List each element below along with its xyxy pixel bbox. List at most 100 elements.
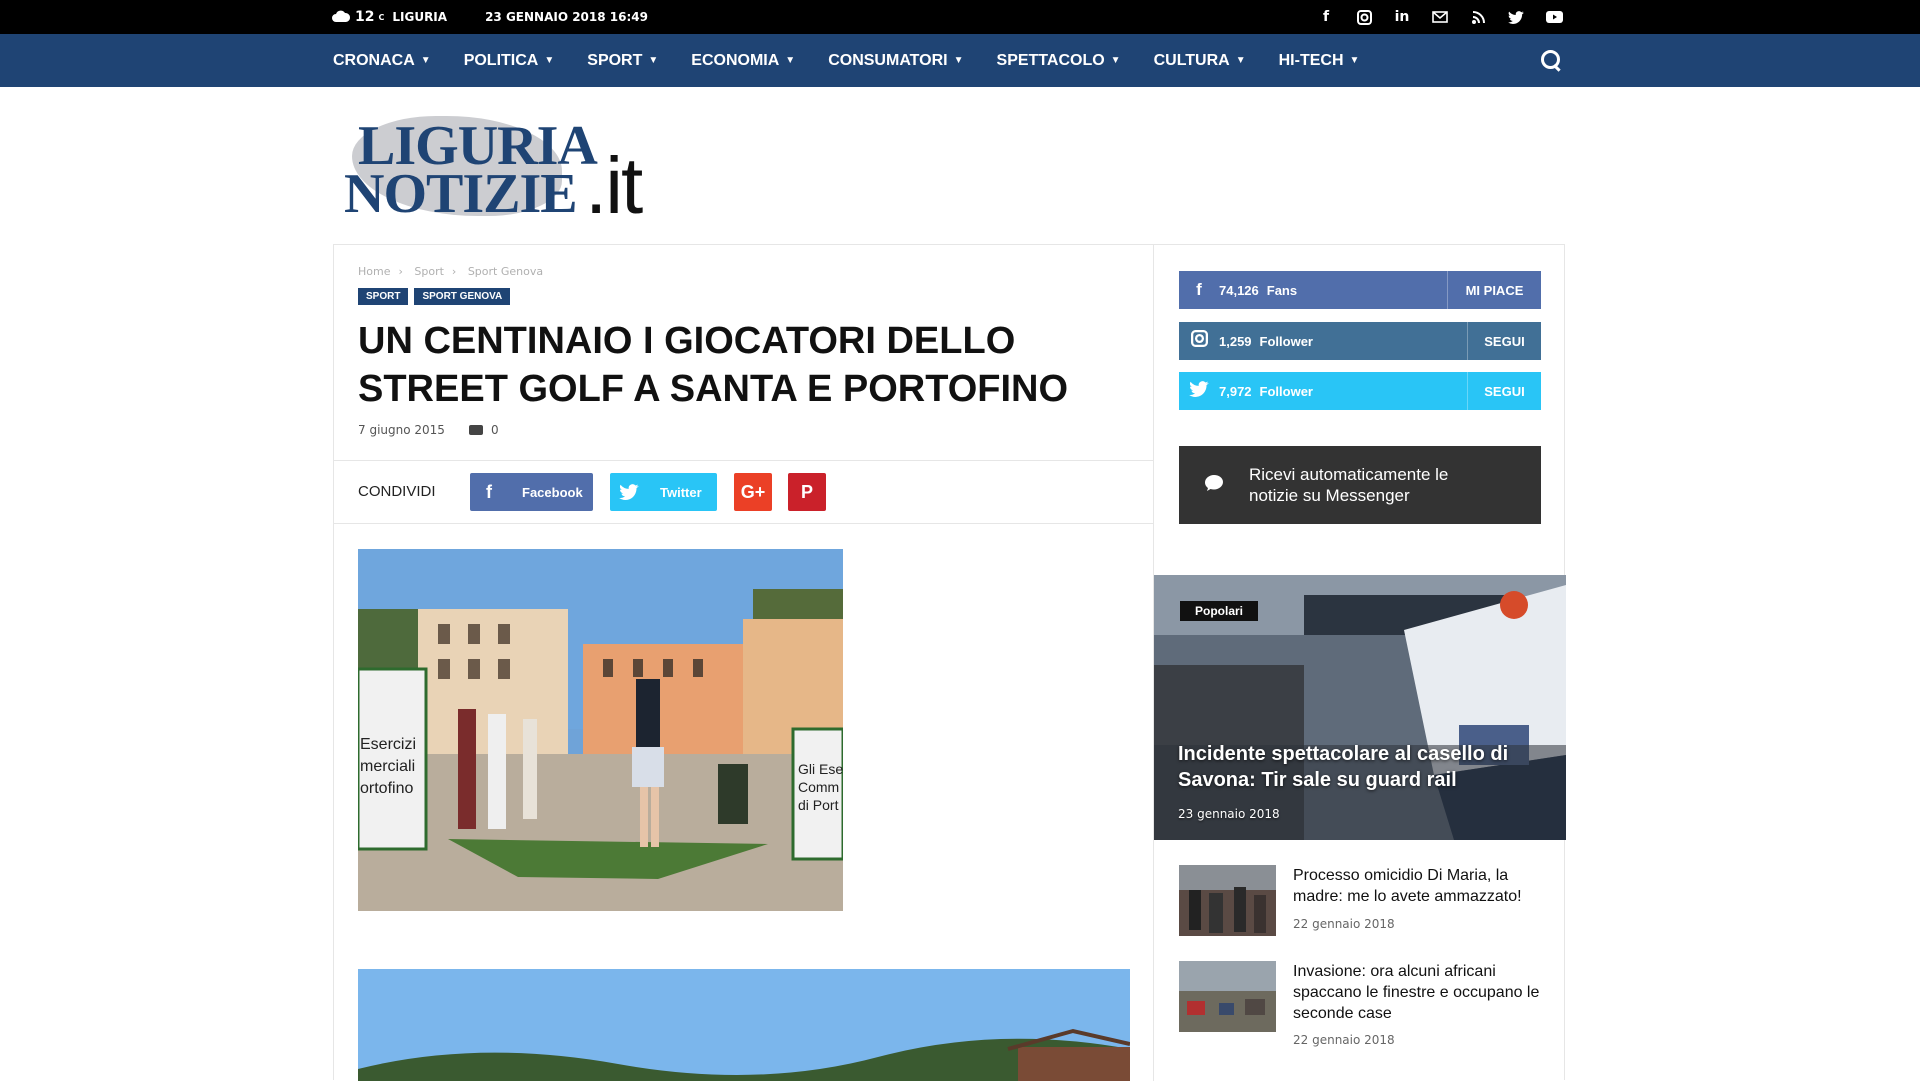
facebook-count: 74,126 xyxy=(1219,282,1259,298)
post-title[interactable]: Processo omicidio Di Maria, la madre: me… xyxy=(1293,865,1543,907)
nav-item-sport[interactable]: SPORT ▼ xyxy=(587,52,658,70)
nav-label: SPORT xyxy=(587,51,643,69)
breadcrumb-sport-genova[interactable]: Sport Genova xyxy=(468,265,543,278)
rss-icon[interactable] xyxy=(1468,7,1488,27)
logo-suffix: .it xyxy=(585,141,643,230)
list-item[interactable]: Invasione: ora alcuni africani spaccano … xyxy=(1179,961,1541,1051)
top-bar: 12 C LIGURIA 23 GENNAIO 2018 16:49 f in xyxy=(0,0,1920,34)
popular-post-title[interactable]: Incidente spettacolare al casello di Sav… xyxy=(1178,741,1538,793)
twitter-icon[interactable] xyxy=(1506,7,1526,27)
chevron-down-icon: ▼ xyxy=(1349,55,1360,66)
popular-post-date: 23 gennaio 2018 xyxy=(1178,807,1280,821)
nav-label: HI-TECH xyxy=(1278,51,1344,69)
facebook-icon[interactable]: f xyxy=(1316,7,1336,27)
share-googleplus-button[interactable]: G+ xyxy=(734,473,772,511)
nav-item-cronaca[interactable]: CRONACA ▼ xyxy=(333,52,431,70)
weather-unit: C xyxy=(378,12,385,22)
top-social-icons: f in xyxy=(1316,7,1564,27)
instagram-follow-button[interactable]: SEGUI xyxy=(1467,322,1541,360)
mail-icon[interactable] xyxy=(1430,7,1450,27)
sidebar: f 74,126 Fans MI PIACE 1,259 Follower SE… xyxy=(1154,245,1566,1081)
nav-label: ECONOMIA xyxy=(691,51,780,69)
post-date: 22 gennaio 2018 xyxy=(1293,917,1395,931)
nav-item-consumatori[interactable]: CONSUMATORI ▼ xyxy=(828,52,963,70)
svg-text:di Port: di Port xyxy=(798,797,839,813)
nav-item-politica[interactable]: POLITICA ▼ xyxy=(464,52,555,70)
comment-icon xyxy=(468,425,483,435)
share-facebook-label: Facebook xyxy=(522,484,583,500)
list-item[interactable]: Processo omicidio Di Maria, la madre: me… xyxy=(1179,865,1541,955)
nav-item-hi-tech[interactable]: HI-TECH ▼ xyxy=(1279,52,1360,70)
svg-text:merciali: merciali xyxy=(360,758,415,775)
instagram-unit: Follower xyxy=(1259,333,1313,349)
article-meta: 7 giugno 2015 0 xyxy=(358,423,499,437)
facebook-counter[interactable]: f 74,126 Fans MI PIACE xyxy=(1179,271,1541,309)
cloud-icon xyxy=(331,9,351,26)
svg-text:Esercizi: Esercizi xyxy=(360,736,416,753)
weather-widget: 12 C LIGURIA xyxy=(331,9,447,26)
article-image-2[interactable] xyxy=(358,969,1130,1081)
breadcrumb-separator: › xyxy=(398,265,403,278)
share-label: CONDIVIDI xyxy=(358,483,436,500)
share-pinterest-button[interactable]: P xyxy=(788,473,826,511)
messenger-icon xyxy=(1179,474,1249,497)
facebook-like-button[interactable]: MI PIACE xyxy=(1447,271,1541,309)
nav-item-spettacolo[interactable]: SPETTACOLO ▼ xyxy=(997,52,1121,70)
category-tag-sport[interactable]: SPORT xyxy=(358,288,409,305)
instagram-icon xyxy=(1179,330,1219,352)
article-date: 7 giugno 2015 xyxy=(358,423,445,437)
breadcrumb-sport[interactable]: Sport xyxy=(414,265,444,278)
nav-label: CRONACA xyxy=(333,51,415,69)
article-column: Home › Sport › Sport Genova SPORT SPORT GE… xyxy=(334,245,1154,1081)
share-bar: CONDIVIDI f Facebook Twitter G+ P xyxy=(334,460,1154,524)
pinterest-icon: P xyxy=(800,481,813,502)
post-title[interactable]: Invasione: ora alcuni africani spaccano … xyxy=(1293,961,1543,1024)
breadcrumb: Home › Sport › Sport Genova xyxy=(358,265,551,278)
youtube-icon[interactable] xyxy=(1544,7,1564,27)
facebook-icon: f xyxy=(486,481,492,502)
logo-line-2: NOTIZIE xyxy=(344,163,578,225)
breadcrumb-home[interactable]: Home xyxy=(358,265,390,278)
svg-text:ortofino: ortofino xyxy=(360,780,413,797)
post-thumbnail[interactable] xyxy=(1179,865,1276,936)
messenger-subscribe-button[interactable]: Ricevi automaticamente le notizie su Mes… xyxy=(1179,446,1541,524)
chevron-down-icon: ▼ xyxy=(953,55,964,66)
twitter-counter[interactable]: 7,972 Follower SEGUI xyxy=(1179,372,1541,410)
instagram-counter[interactable]: 1,259 Follower SEGUI xyxy=(1179,322,1541,360)
twitter-follow-button[interactable]: SEGUI xyxy=(1467,372,1541,410)
article-image-golf-portofino[interactable]: Esercizi merciali ortofino Gli Ese Comm … xyxy=(358,549,843,911)
svg-text:Gli Ese: Gli Ese xyxy=(798,761,843,777)
nav-label: CONSUMATORI xyxy=(828,51,948,69)
chevron-down-icon: ▼ xyxy=(648,55,659,66)
linkedin-icon[interactable]: in xyxy=(1392,7,1412,27)
content-area: Home › Sport › Sport Genova SPORT SPORT GE… xyxy=(333,244,1566,1081)
twitter-icon xyxy=(610,473,648,511)
category-tags: SPORT SPORT GENOVA xyxy=(358,288,511,305)
facebook-unit: Fans xyxy=(1266,282,1298,298)
comment-count-value: 0 xyxy=(490,423,499,437)
post-date: 22 gennaio 2018 xyxy=(1293,1033,1395,1047)
twitter-unit: Follower xyxy=(1259,383,1313,399)
article-title: UN CENTINAIO I GIOCATORI DELLO STREET GO… xyxy=(358,320,1069,410)
site-logo[interactable]: LIGURIA NOTIZIE .it xyxy=(340,108,680,230)
breadcrumb-separator: › xyxy=(451,265,457,278)
nav-label: POLITICA xyxy=(463,51,539,69)
category-tag-sport-genova[interactable]: SPORT GENOVA xyxy=(414,288,511,305)
nav-label: SPETTACOLO xyxy=(996,51,1105,69)
search-icon[interactable] xyxy=(1540,49,1564,73)
chevron-down-icon: ▼ xyxy=(1235,55,1246,66)
share-facebook-button[interactable]: f Facebook xyxy=(470,473,593,511)
share-twitter-label: Twitter xyxy=(660,484,702,500)
post-thumbnail[interactable] xyxy=(1179,961,1276,1032)
svg-text:Comm: Comm xyxy=(798,779,839,795)
chevron-down-icon: ▼ xyxy=(544,55,555,66)
nav-item-cultura[interactable]: CULTURA ▼ xyxy=(1154,52,1246,70)
nav-item-economia[interactable]: ECONOMIA ▼ xyxy=(691,52,795,70)
comment-count[interactable]: 0 xyxy=(468,423,499,437)
share-twitter-button[interactable]: Twitter xyxy=(610,473,717,511)
popular-featured-post[interactable]: Popolari Incidente spettacolare al casel… xyxy=(1154,575,1566,840)
google-plus-icon: G+ xyxy=(740,481,766,502)
main-navigation: CRONACA ▼ POLITICA ▼ SPORT ▼ ECONOMIA ▼ CONS… xyxy=(0,34,1920,87)
instagram-icon[interactable] xyxy=(1354,7,1374,27)
popular-badge: Popolari xyxy=(1180,601,1259,621)
